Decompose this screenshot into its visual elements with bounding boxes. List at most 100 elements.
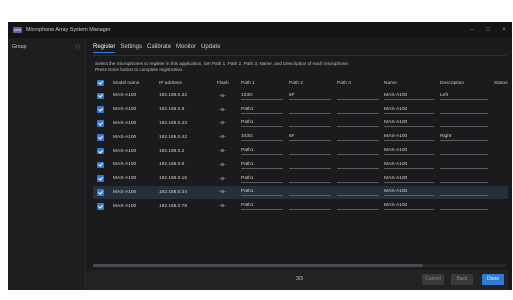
description-input[interactable] — [440, 175, 488, 183]
flash-icon[interactable]: -≋- — [219, 93, 226, 99]
path3-input[interactable] — [337, 106, 379, 114]
path2-input[interactable] — [289, 106, 331, 114]
done-button[interactable]: Done — [482, 274, 504, 285]
path2-input[interactable] — [289, 202, 331, 211]
scrollbar-thumb[interactable] — [93, 264, 423, 267]
row-checkbox[interactable] — [97, 161, 104, 169]
flash-icon[interactable]: -≋- — [219, 176, 226, 182]
row-checkbox[interactable] — [97, 134, 104, 141]
row-checkbox[interactable] — [97, 203, 104, 210]
ip-cell: 192.168.0.42 — [159, 134, 188, 140]
flash-icon[interactable]: -≋- — [219, 148, 226, 154]
path2-input[interactable]: 6F — [289, 92, 331, 100]
model-cell: MAS-A100 — [113, 93, 137, 99]
name-input[interactable]: MAS-A100 — [384, 161, 434, 169]
path3-input[interactable] — [337, 147, 379, 156]
row-checkbox[interactable] — [97, 175, 104, 182]
minimize-button[interactable]: – — [464, 22, 480, 38]
model-cell: MAS-A100 — [113, 148, 137, 154]
tab-register[interactable]: Register — [93, 44, 116, 53]
row-checkbox[interactable] — [97, 92, 104, 100]
path1-input[interactable]: 103G — [241, 133, 283, 142]
flash-icon[interactable]: -≋- — [219, 189, 226, 195]
path2-input[interactable]: 6F — [289, 133, 331, 142]
path1-input[interactable]: Path1 — [241, 161, 283, 169]
table-row[interactable]: MAS-A100 192.168.0.15 -≋- Path1 MAS-A100 — [93, 172, 512, 186]
table-header: Model name IP address Flash Path 1 Path … — [93, 77, 512, 89]
path3-input[interactable] — [337, 188, 379, 197]
path1-input[interactable]: Path1 — [241, 106, 283, 114]
maximize-button[interactable]: □ — [480, 22, 496, 38]
name-input[interactable]: MAS-A100 — [384, 92, 434, 100]
flash-icon[interactable]: -≋- — [219, 162, 226, 168]
row-checkbox[interactable] — [97, 106, 104, 113]
col-status: Status — [494, 80, 508, 86]
table-row[interactable]: MAS-A100 192.168.0.5 -≋- Path1 MAS-A100 — [93, 158, 512, 172]
close-button[interactable]: × — [496, 22, 512, 38]
ip-cell: 192.168.0.2 — [159, 148, 185, 154]
path1-input[interactable]: Path1 — [241, 188, 283, 197]
path1-input[interactable]: Path1 — [241, 147, 283, 156]
tab-bar: Register Settings Calibrate Monitor Upda… — [93, 44, 220, 53]
page-indicator: 3/3 — [296, 276, 303, 282]
back-button[interactable]: Back — [451, 274, 473, 285]
flash-icon[interactable]: -≋- — [219, 107, 226, 113]
tab-monitor[interactable]: Monitor — [176, 44, 196, 53]
tab-calibrate[interactable]: Calibrate — [147, 44, 171, 53]
select-all-checkbox[interactable] — [97, 79, 104, 87]
description-input[interactable] — [440, 106, 488, 114]
flash-icon[interactable]: -≋- — [219, 134, 226, 140]
name-input[interactable]: MAS-A100 — [384, 119, 434, 128]
path3-input[interactable] — [337, 202, 379, 211]
tab-update[interactable]: Update — [201, 44, 220, 53]
row-checkbox[interactable] — [97, 120, 104, 127]
path3-input[interactable] — [337, 161, 379, 169]
description-input[interactable] — [440, 119, 488, 128]
ip-cell: 192.168.0.34 — [159, 189, 188, 195]
name-input[interactable]: MAS-A100 — [384, 133, 434, 142]
description-input[interactable]: Right — [440, 133, 488, 142]
table-row[interactable]: MAS-A100 192.168.0.43 -≋- Path1 MAS-A100 — [93, 117, 512, 131]
model-cell: MAS-A100 — [113, 162, 137, 168]
table-row[interactable]: MAS-A100 192.168.0.8 -≋- Path1 MAS-A100 — [93, 103, 512, 117]
path2-input[interactable] — [289, 147, 331, 156]
description-input[interactable] — [440, 188, 488, 197]
name-input[interactable]: MAS-A100 — [384, 188, 434, 197]
path2-input[interactable] — [289, 175, 331, 183]
row-checkbox[interactable] — [97, 147, 104, 155]
description-input[interactable] — [440, 161, 488, 169]
path1-input[interactable]: Path1 — [241, 119, 283, 128]
path3-input[interactable] — [337, 175, 379, 183]
cancel-button[interactable]: Cancel — [422, 274, 444, 285]
table-row[interactable]: MAS-A100 192.168.0.2 -≋- Path1 MAS-A100 — [93, 144, 512, 158]
table-row[interactable]: MAS-A100 192.168.0.78 -≋- Path1 MAS-A100 — [93, 199, 512, 213]
horizontal-scrollbar[interactable] — [93, 264, 506, 267]
path1-input[interactable]: Path1 — [241, 175, 283, 183]
path3-input[interactable] — [337, 133, 379, 142]
table-row[interactable]: MAS-A100 192.168.0.42 -≋- 103G 6F MAS-A100 Rig… — [93, 130, 512, 144]
vertical-scrollbar[interactable] — [508, 38, 512, 290]
name-input[interactable]: MAS-A100 — [384, 147, 434, 156]
description-input[interactable] — [440, 202, 488, 211]
path1-input[interactable]: Path1 — [241, 202, 283, 211]
table-row[interactable]: MAS-A100 192.168.0.34 -≋- Path1 MAS-A100 — [93, 185, 512, 200]
group-toggle-icon[interactable]: ◇ — [75, 43, 80, 50]
path2-input[interactable] — [289, 161, 331, 169]
table-row[interactable]: MAS-A100 192.168.0.32 -≋- 103G 6F MAS-A100 Lef… — [93, 89, 512, 103]
instructions: Select the microphones to register in th… — [95, 61, 495, 73]
name-input[interactable]: MAS-A100 — [384, 175, 434, 183]
description-input[interactable] — [440, 147, 488, 156]
name-input[interactable]: MAS-A100 — [384, 106, 434, 114]
path1-input[interactable]: 103G — [241, 92, 283, 100]
path2-input[interactable] — [289, 119, 331, 128]
row-checkbox[interactable] — [97, 189, 104, 196]
flash-icon[interactable]: -≋- — [219, 203, 226, 209]
path3-input[interactable] — [337, 119, 379, 128]
col-flash: Flash — [217, 80, 229, 86]
path2-input[interactable] — [289, 188, 331, 197]
tab-settings[interactable]: Settings — [120, 44, 142, 53]
name-input[interactable]: MAS-A100 — [384, 202, 434, 211]
path3-input[interactable] — [337, 92, 379, 100]
description-input[interactable]: Left — [440, 92, 488, 100]
flash-icon[interactable]: -≋- — [219, 120, 226, 126]
